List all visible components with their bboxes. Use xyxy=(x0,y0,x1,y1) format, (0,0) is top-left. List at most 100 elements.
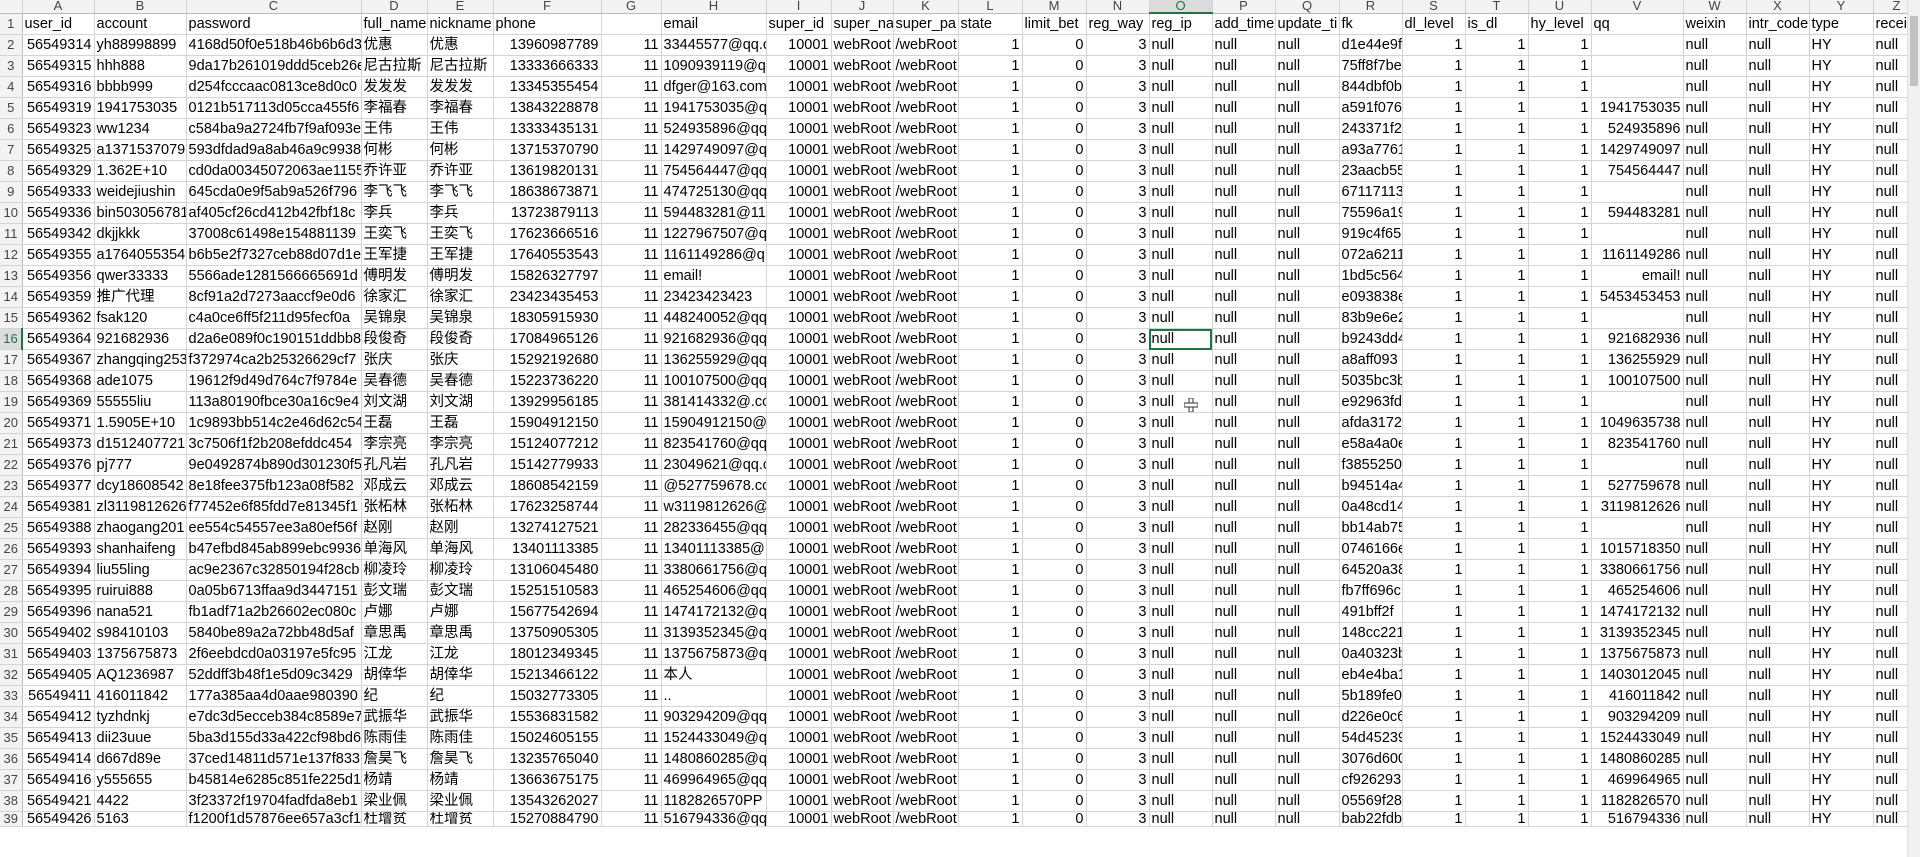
cell-r35[interactable]: 54d45239 xyxy=(1339,727,1403,749)
cell-w34[interactable]: null xyxy=(1683,706,1747,728)
cell-m12[interactable]: 0 xyxy=(1022,244,1087,266)
cell-m14[interactable]: 0 xyxy=(1022,286,1087,308)
cell-y13[interactable]: HY xyxy=(1809,265,1874,287)
cell-n23[interactable]: 3 xyxy=(1086,475,1150,497)
cell-e26[interactable]: 单海风 xyxy=(427,538,494,560)
cell-a35[interactable]: 56549413 xyxy=(22,727,95,749)
cell-d13[interactable]: 傅明发 xyxy=(361,265,428,287)
cell-o38[interactable]: null xyxy=(1149,790,1213,812)
cell-b29[interactable]: nana521 xyxy=(94,601,187,623)
row-header[interactable]: 10 xyxy=(0,202,23,224)
cell-y8[interactable]: HY xyxy=(1809,160,1874,182)
cell-u1[interactable]: hy_level xyxy=(1528,13,1592,35)
cell-n15[interactable]: 3 xyxy=(1086,307,1150,329)
cell-p14[interactable]: null xyxy=(1212,286,1276,308)
cell-h18[interactable]: 100107500@qq xyxy=(661,370,767,392)
cell-s23[interactable]: 1 xyxy=(1402,475,1466,497)
cell-e12[interactable]: 王军捷 xyxy=(427,244,494,266)
cell-b7[interactable]: a1371537079 xyxy=(94,139,187,161)
cell-o8[interactable]: null xyxy=(1149,160,1213,182)
cell-i34[interactable]: 10001 xyxy=(766,706,832,728)
cell-h29[interactable]: 1474172132@q xyxy=(661,601,767,623)
cell-q14[interactable]: null xyxy=(1275,286,1340,308)
cell-e7[interactable]: 何彬 xyxy=(427,139,494,161)
cell-w17[interactable]: null xyxy=(1683,349,1747,371)
cell-i1[interactable]: super_id xyxy=(766,13,832,35)
cell-e18[interactable]: 吴春德 xyxy=(427,370,494,392)
cell-p30[interactable]: null xyxy=(1212,622,1276,644)
cell-d16[interactable]: 段俊奇 xyxy=(361,328,428,350)
cell-v34[interactable]: 903294209 xyxy=(1591,706,1684,728)
cell-c17[interactable]: f372974ca2b25326629cf7 xyxy=(186,349,362,371)
row-header[interactable]: 32 xyxy=(0,664,23,686)
cell-x31[interactable]: null xyxy=(1746,643,1810,665)
row-header[interactable]: 34 xyxy=(0,706,23,728)
cell-t33[interactable]: 1 xyxy=(1465,685,1529,707)
cell-f23[interactable]: 18608542159 xyxy=(493,475,602,497)
cell-a9[interactable]: 56549333 xyxy=(22,181,95,203)
cell-v13[interactable]: email! xyxy=(1591,265,1684,287)
cell-p25[interactable]: null xyxy=(1212,517,1276,539)
cell-t4[interactable]: 1 xyxy=(1465,76,1529,98)
cell-l22[interactable]: 1 xyxy=(958,454,1023,476)
cell-r14[interactable]: e093838e xyxy=(1339,286,1403,308)
cell-l37[interactable]: 1 xyxy=(958,769,1023,791)
cell-h7[interactable]: 1429749097@q xyxy=(661,139,767,161)
cell-h3[interactable]: 1090939119@q xyxy=(661,55,767,77)
cell-x12[interactable]: null xyxy=(1746,244,1810,266)
cell-x35[interactable]: null xyxy=(1746,727,1810,749)
cell-b12[interactable]: a1764055354 xyxy=(94,244,187,266)
cell-b18[interactable]: ade1075 xyxy=(94,370,187,392)
cell-v5[interactable]: 1941753035 xyxy=(1591,97,1684,119)
cell-v24[interactable]: 3119812626 xyxy=(1591,496,1684,518)
cell-x37[interactable]: null xyxy=(1746,769,1810,791)
cell-m18[interactable]: 0 xyxy=(1022,370,1087,392)
cell-y34[interactable]: HY xyxy=(1809,706,1874,728)
cell-k12[interactable]: /webRoot xyxy=(893,244,959,266)
cell-j7[interactable]: webRoot xyxy=(831,139,894,161)
cell-g15[interactable]: 11 xyxy=(601,307,662,329)
cell-o15[interactable]: null xyxy=(1149,307,1213,329)
cell-x10[interactable]: null xyxy=(1746,202,1810,224)
cell-l21[interactable]: 1 xyxy=(958,433,1023,455)
cell-u26[interactable]: 1 xyxy=(1528,538,1592,560)
column-header-d[interactable]: D xyxy=(361,0,428,14)
row-header[interactable]: 8 xyxy=(0,160,23,182)
cell-n21[interactable]: 3 xyxy=(1086,433,1150,455)
cell-k25[interactable]: /webRoot xyxy=(893,517,959,539)
cell-k4[interactable]: /webRoot xyxy=(893,76,959,98)
cell-k29[interactable]: /webRoot xyxy=(893,601,959,623)
cell-o28[interactable]: null xyxy=(1149,580,1213,602)
cell-q35[interactable]: null xyxy=(1275,727,1340,749)
cell-l20[interactable]: 1 xyxy=(958,412,1023,434)
cell-c39[interactable]: f1200f1d57876ee657a3cf1 xyxy=(186,811,362,827)
column-header-s[interactable]: S xyxy=(1402,0,1466,14)
cell-n36[interactable]: 3 xyxy=(1086,748,1150,770)
cell-m1[interactable]: limit_bet xyxy=(1022,13,1087,35)
cell-e16[interactable]: 段俊奇 xyxy=(427,328,494,350)
cell-i23[interactable]: 10001 xyxy=(766,475,832,497)
cell-l38[interactable]: 1 xyxy=(958,790,1023,812)
cell-j18[interactable]: webRoot xyxy=(831,370,894,392)
cell-m11[interactable]: 0 xyxy=(1022,223,1087,245)
cell-n13[interactable]: 3 xyxy=(1086,265,1150,287)
cell-b23[interactable]: dcy18608542 xyxy=(94,475,187,497)
cell-j17[interactable]: webRoot xyxy=(831,349,894,371)
cell-c3[interactable]: 9da17b261019ddd5ceb26e xyxy=(186,55,362,77)
cell-d28[interactable]: 彭文瑞 xyxy=(361,580,428,602)
cell-a15[interactable]: 56549362 xyxy=(22,307,95,329)
cell-g33[interactable]: 11 xyxy=(601,685,662,707)
cell-r31[interactable]: 0a40323b xyxy=(1339,643,1403,665)
scrollbar-thumb[interactable] xyxy=(1910,16,1918,86)
cell-v38[interactable]: 1182826570 xyxy=(1591,790,1684,812)
row-header[interactable]: 13 xyxy=(0,265,23,287)
cell-y17[interactable]: HY xyxy=(1809,349,1874,371)
row-header[interactable]: 6 xyxy=(0,118,23,140)
cell-q20[interactable]: null xyxy=(1275,412,1340,434)
cell-i7[interactable]: 10001 xyxy=(766,139,832,161)
cell-a33[interactable]: 56549411 xyxy=(22,685,95,707)
cell-t36[interactable]: 1 xyxy=(1465,748,1529,770)
cell-i16[interactable]: 10001 xyxy=(766,328,832,350)
cell-w37[interactable]: null xyxy=(1683,769,1747,791)
cell-v37[interactable]: 469964965 xyxy=(1591,769,1684,791)
